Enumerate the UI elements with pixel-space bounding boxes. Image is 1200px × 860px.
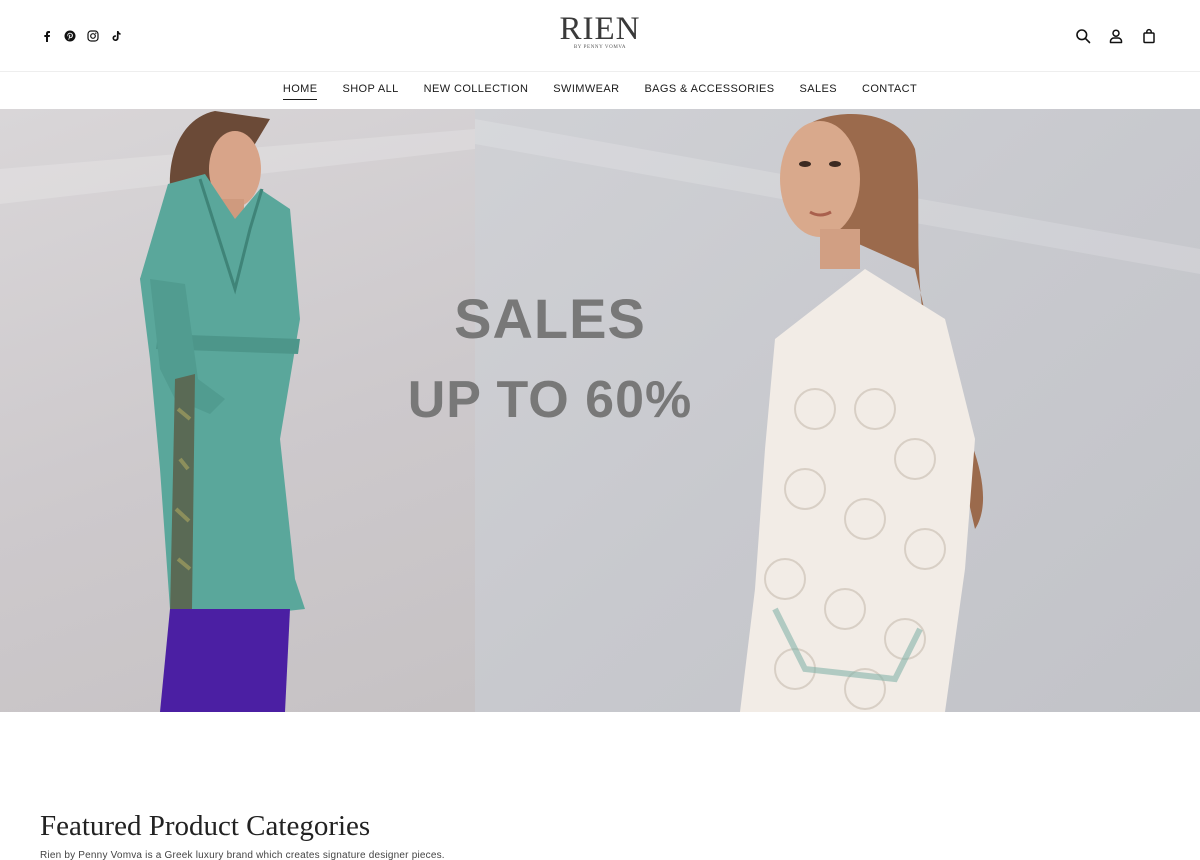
account-icon[interactable]: [1107, 27, 1125, 45]
nav-item-contact[interactable]: CONTACT: [862, 83, 917, 98]
facebook-icon[interactable]: [40, 28, 54, 44]
section-description: Rien by Penny Vomva is a Greek luxury br…: [40, 850, 445, 860]
search-icon[interactable]: [1074, 27, 1092, 45]
logo-subtext: BY PENNY VOMVA: [573, 45, 627, 50]
header-tools: [1074, 27, 1158, 45]
site-header: RIEN BY PENNY VOMVA: [0, 0, 1200, 72]
nav-item-bags-accessories[interactable]: BAGS & ACCESSORIES: [644, 83, 774, 98]
pinterest-icon[interactable]: [63, 28, 77, 44]
nav-item-sales[interactable]: SALES: [800, 83, 837, 98]
hero-banner[interactable]: SALES UP TO 60%: [0, 109, 1200, 712]
hero-subheadline: UP TO 60%: [407, 371, 693, 429]
bag-icon[interactable]: [1140, 27, 1158, 45]
instagram-icon[interactable]: [86, 28, 100, 44]
tiktok-icon[interactable]: [109, 28, 123, 44]
main-nav: HOME SHOP ALL NEW COLLECTION SWIMWEAR BA…: [0, 72, 1200, 109]
hero-headline: SALES: [454, 287, 646, 350]
nav-item-home[interactable]: HOME: [282, 83, 318, 100]
nav-item-new-collection[interactable]: NEW COLLECTION: [424, 83, 529, 98]
featured-categories-section: Featured Product Categories Rien by Penn…: [40, 808, 1160, 860]
nav-item-swimwear[interactable]: SWIMWEAR: [553, 83, 619, 98]
brand-logo[interactable]: RIEN BY PENNY VOMVA: [540, 12, 660, 50]
nav-item-shop-all[interactable]: SHOP ALL: [342, 83, 398, 98]
social-links: [40, 28, 123, 44]
logo-wordmark: RIEN: [559, 11, 641, 47]
section-title: Featured Product Categories: [40, 810, 371, 842]
